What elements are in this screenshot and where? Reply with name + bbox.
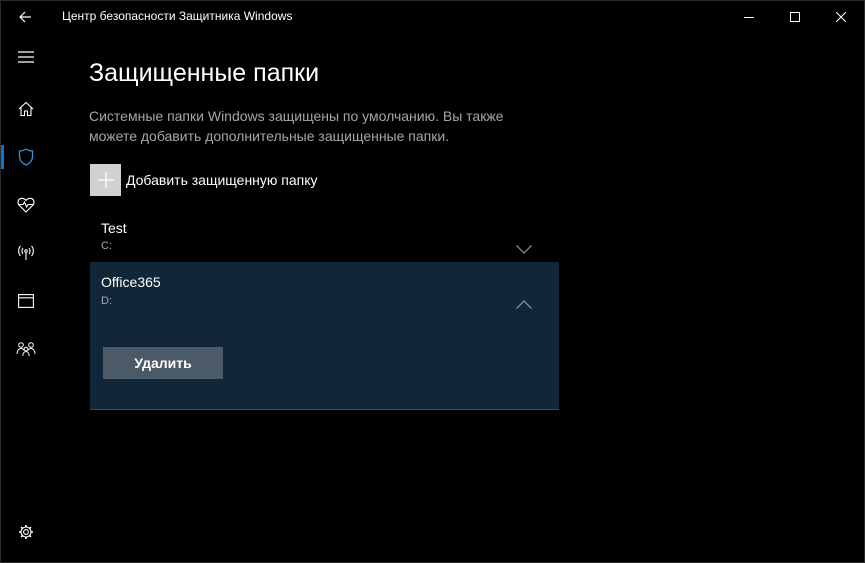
close-button[interactable] xyxy=(818,1,864,33)
title-bar: Центр безопасности Защитника Windows xyxy=(1,1,864,33)
remove-button[interactable]: Удалить xyxy=(103,347,223,379)
folder-name: Test xyxy=(101,220,127,236)
nav-item-settings[interactable] xyxy=(1,508,51,556)
folder-item-office365[interactable]: Office365 D: Удалить xyxy=(90,262,559,410)
nav-item-app-browser[interactable] xyxy=(1,277,51,325)
maximize-button[interactable] xyxy=(772,1,818,33)
folder-path: C: xyxy=(101,240,112,252)
nav-item-home[interactable] xyxy=(1,85,51,133)
folder-name: Office365 xyxy=(101,274,161,290)
gear-icon xyxy=(19,525,33,539)
chevron-down-icon xyxy=(516,244,532,254)
nav-item-device-health[interactable] xyxy=(1,181,51,229)
app-title: Центр безопасности Защитника Windows xyxy=(62,9,293,23)
back-button[interactable] xyxy=(7,3,43,31)
add-protected-folder-label: Добавить защищенную папку xyxy=(126,172,318,188)
maximize-icon xyxy=(790,12,800,22)
shield-icon xyxy=(18,148,34,166)
page-title: Защищенные папки xyxy=(89,59,320,87)
close-icon xyxy=(836,12,846,22)
home-icon xyxy=(18,101,34,117)
folder-path: D: xyxy=(101,295,112,307)
wireless-antenna-icon xyxy=(18,245,34,260)
side-navigation xyxy=(1,33,51,562)
nav-item-virus-protection[interactable] xyxy=(1,133,51,181)
chevron-up-icon xyxy=(516,299,532,309)
app-browser-icon xyxy=(18,294,34,308)
heart-pulse-icon xyxy=(17,197,35,213)
nav-item-firewall-network[interactable] xyxy=(1,229,51,277)
plus-icon xyxy=(97,172,114,188)
app-window: Центр безопасности Защитника Windows Защ… xyxy=(0,0,865,563)
back-arrow-icon xyxy=(19,11,31,23)
folder-item-test[interactable]: Test C: xyxy=(90,209,559,261)
minimize-icon xyxy=(744,17,754,18)
nav-item-family-options[interactable] xyxy=(1,325,51,373)
page-description: Системные папки Windows защищены по умол… xyxy=(89,108,504,144)
add-protected-folder-button[interactable]: Добавить защищенную папку xyxy=(90,164,318,196)
hamburger-menu-icon xyxy=(18,51,34,63)
minimize-button[interactable] xyxy=(726,1,772,33)
expand-toggle[interactable] xyxy=(514,242,534,256)
collapse-toggle[interactable] xyxy=(514,297,534,311)
add-tile xyxy=(90,164,121,196)
nav-menu-toggle[interactable] xyxy=(1,33,51,81)
family-icon xyxy=(16,342,36,357)
